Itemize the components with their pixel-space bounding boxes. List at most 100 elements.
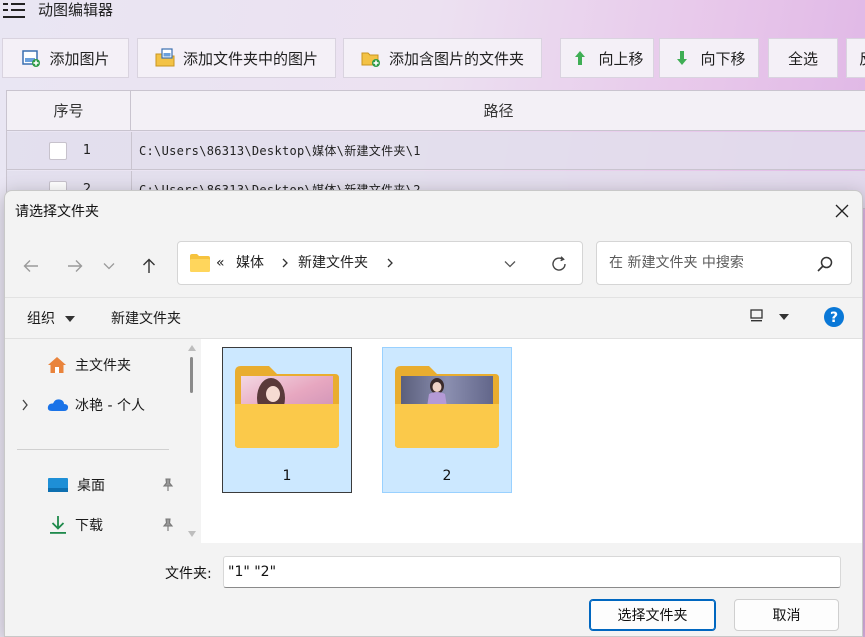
add-image-button[interactable]: 添加图片 — [2, 38, 129, 78]
nav-item-label: 冰艳 - 个人 — [75, 398, 145, 414]
add-image-icon — [22, 50, 41, 67]
address-bar[interactable]: « 媒体 新建文件夹 — [177, 241, 583, 285]
move-down-label: 向下移 — [700, 49, 746, 68]
row-index: 1 — [82, 143, 92, 158]
folder-name: 1 — [282, 468, 292, 484]
close-button[interactable] — [825, 197, 859, 225]
move-up-label: 向上移 — [598, 49, 644, 68]
app-title: 动图编辑器 — [38, 1, 114, 19]
caret-down-icon — [65, 316, 76, 322]
folder-field-label: 文件夹: — [165, 566, 212, 582]
add-image-label: 添加图片 — [49, 49, 110, 68]
add-image-folder-button[interactable]: 添加含图片的文件夹 — [343, 38, 542, 78]
nav-item-label: 下载 — [75, 518, 103, 534]
select-all-label: 全选 — [787, 49, 818, 68]
chevron-right-icon — [282, 258, 288, 268]
select-folder-button[interactable]: 选择文件夹 — [589, 599, 716, 631]
scroll-thumb[interactable] — [190, 357, 193, 393]
add-image-folder-icon — [361, 52, 380, 67]
folder-icon — [190, 254, 210, 272]
row-path: C:\Users\86313\Desktop\媒体\新建文件夹\1 — [139, 144, 421, 158]
arrow-up-icon — [575, 51, 586, 65]
view-icon — [750, 309, 763, 322]
caret-down-icon — [779, 314, 790, 320]
folder-with-image-icon — [395, 366, 499, 448]
nav-scrollbar[interactable] — [185, 339, 199, 544]
breadcrumb-item-media[interactable]: 媒体 — [236, 242, 264, 284]
scroll-up-icon[interactable] — [188, 345, 196, 351]
pin-icon[interactable] — [161, 518, 175, 532]
new-folder-button[interactable]: 新建文件夹 — [111, 308, 181, 328]
select-folder-dialog: 请选择文件夹 « 媒体 新建文件夹 在 新建文件夹 中搜索 组织 新建文件夹 ?… — [4, 190, 863, 637]
recent-locations-button[interactable] — [99, 249, 119, 283]
app-titlebar: 动图编辑器 — [0, 0, 865, 26]
search-icon[interactable] — [815, 254, 835, 274]
column-divider — [131, 132, 132, 170]
scroll-down-icon[interactable] — [188, 531, 196, 537]
nav-item-label: 桌面 — [77, 478, 105, 494]
add-folder-images-button[interactable]: 添加文件夹中的图片 — [137, 38, 336, 78]
refresh-icon[interactable] — [550, 255, 568, 273]
chevron-right-icon[interactable] — [21, 399, 29, 411]
dialog-title: 请选择文件夹 — [15, 204, 99, 220]
add-folder-images-label: 添加文件夹中的图片 — [182, 49, 318, 68]
table-header: 序号 路径 — [7, 91, 865, 131]
nav-item-label: 主文件夹 — [75, 358, 131, 374]
search-box[interactable] — [596, 241, 852, 285]
cancel-button[interactable]: 取消 — [734, 599, 839, 631]
row-checkbox[interactable] — [49, 142, 67, 160]
view-options-button[interactable] — [749, 308, 790, 328]
arrow-left-icon — [23, 260, 38, 272]
navigation-pane: 主文件夹 冰艳 - 个人 桌面 下载 — [5, 339, 201, 544]
download-icon — [50, 516, 66, 534]
help-button[interactable]: ? — [823, 306, 845, 332]
app-toolbar: 添加图片 添加文件夹中的图片 添加含图片的文件夹 向上移 向下移 全选 反 — [0, 38, 865, 78]
column-header-path[interactable]: 路径 — [131, 91, 865, 131]
nav-item-onedrive[interactable]: 冰艳 - 个人 — [5, 387, 185, 423]
desktop-icon — [48, 478, 68, 492]
dialog-footer: 文件夹: 选择文件夹 取消 — [5, 543, 862, 636]
table-row[interactable]: 1 C:\Users\86313\Desktop\媒体\新建文件夹\1 — [7, 132, 865, 170]
nav-item-desktop[interactable]: 桌面 — [5, 467, 185, 503]
nav-item-home[interactable]: 主文件夹 — [5, 347, 185, 383]
add-image-folder-label: 添加含图片的文件夹 — [388, 49, 524, 68]
invert-selection-button[interactable]: 反 — [846, 38, 865, 78]
organize-button[interactable]: 组织 — [27, 308, 76, 328]
command-bar: 组织 新建文件夹 ? — [5, 297, 862, 337]
folder-name: 2 — [442, 468, 452, 484]
breadcrumb-overflow[interactable]: « — [216, 242, 225, 284]
breadcrumb-item-new-folder[interactable]: 新建文件夹 — [298, 242, 368, 284]
help-icon: ? — [824, 307, 844, 327]
back-button[interactable] — [17, 249, 45, 283]
nav-item-downloads[interactable]: 下载 — [5, 507, 185, 543]
file-view: 1 2 — [201, 339, 862, 544]
chevron-right-icon[interactable] — [386, 258, 394, 268]
forward-button[interactable] — [61, 249, 89, 283]
close-icon — [835, 204, 849, 218]
folder-tile[interactable]: 1 — [222, 347, 352, 493]
add-folder-images-icon — [155, 48, 175, 67]
cloud-icon — [47, 399, 69, 411]
chevron-down-icon — [103, 263, 115, 270]
dialog-content: 主文件夹 冰艳 - 个人 桌面 下载 1 2 — [5, 338, 862, 544]
pin-icon[interactable] — [161, 478, 175, 492]
up-button[interactable] — [135, 249, 163, 283]
select-all-button[interactable]: 全选 — [768, 38, 838, 78]
svg-text:?: ? — [830, 310, 838, 326]
arrow-up-icon — [143, 258, 155, 273]
folder-name-input[interactable] — [223, 556, 841, 588]
folder-tile[interactable]: 2 — [382, 347, 512, 493]
organize-label: 组织 — [27, 311, 55, 327]
move-down-button[interactable]: 向下移 — [659, 38, 759, 78]
invert-selection-label: 反 — [859, 48, 865, 69]
chevron-down-icon[interactable] — [504, 260, 516, 268]
arrow-right-icon — [68, 260, 83, 272]
image-list-table: 序号 路径 1 C:\Users\86313\Desktop\媒体\新建文件夹\… — [6, 90, 865, 209]
arrow-down-icon — [677, 51, 688, 65]
move-up-button[interactable]: 向上移 — [560, 38, 654, 78]
column-header-index[interactable]: 序号 — [7, 91, 131, 131]
app-logo-icon — [3, 3, 25, 18]
nav-divider — [17, 449, 169, 450]
folder-with-image-icon — [235, 366, 339, 448]
search-input[interactable] — [609, 242, 809, 284]
